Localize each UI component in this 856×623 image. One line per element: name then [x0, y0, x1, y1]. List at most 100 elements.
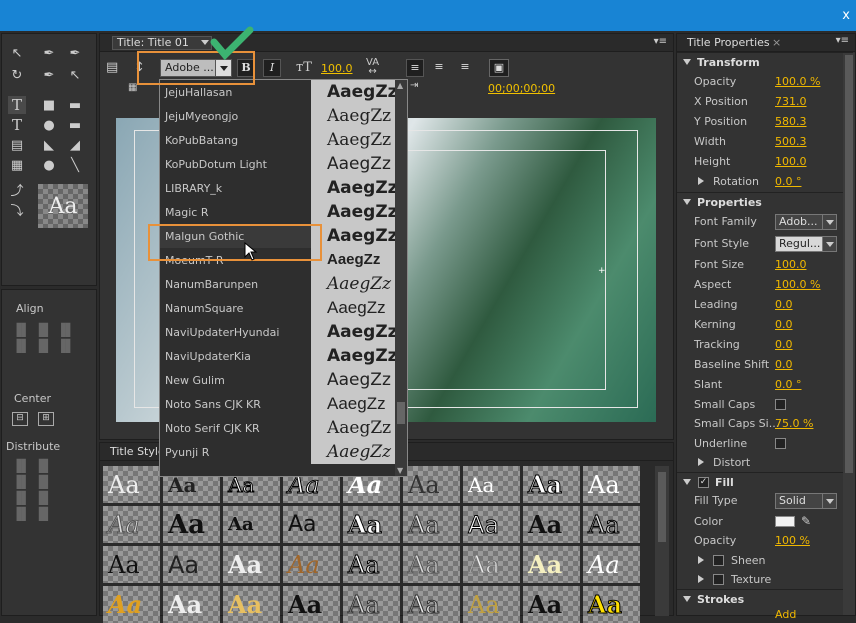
properties-scroll-thumb[interactable] — [845, 55, 853, 473]
title-style-thumbnail[interactable]: Aa — [523, 466, 580, 503]
center-vertical-icon[interactable]: ⊟ — [12, 412, 28, 426]
timecode-value[interactable]: 00;00;00;00 — [488, 82, 555, 95]
align-left-button[interactable]: ≡ — [406, 59, 424, 77]
title-properties-tab[interactable]: Title Properties — [687, 36, 770, 49]
title-style-thumbnail[interactable]: Aa — [223, 506, 280, 543]
font-list-item[interactable]: Noto Serif CJK KR AaegZz — [160, 416, 395, 440]
convert-anchor-tool-icon[interactable]: ↖ — [66, 66, 84, 84]
collapsed-triangle-icon[interactable] — [698, 177, 704, 185]
ypos-value[interactable]: 580.3 — [775, 115, 807, 128]
width-value[interactable]: 500.3 — [775, 135, 807, 148]
type-tool-icon[interactable]: T — [8, 96, 26, 114]
title-style-thumbnail[interactable]: Aa — [403, 466, 460, 503]
scroll-down-icon[interactable]: ▼ — [397, 466, 403, 475]
title-style-thumbnail[interactable]: Aa — [103, 586, 160, 623]
smallcaps-size-value[interactable]: 75.0 % — [775, 417, 813, 430]
underline-checkbox[interactable] — [775, 438, 786, 449]
font-list-item[interactable]: Magic R AaegZz — [160, 200, 395, 224]
italic-button[interactable]: I — [263, 59, 281, 77]
fill-color-swatch[interactable] — [775, 516, 795, 527]
font-list-scroll-thumb[interactable] — [397, 402, 405, 424]
collapsed-triangle-icon[interactable] — [698, 556, 704, 564]
panel-menu-icon[interactable]: ▾≡ — [654, 36, 667, 47]
title-style-thumbnail[interactable]: Aa — [463, 546, 520, 583]
properties-menu-icon[interactable]: ▾≡ — [836, 35, 849, 46]
text-bounding-handle[interactable]: + — [598, 266, 606, 276]
slant-value[interactable]: 0.0 ° — [775, 378, 802, 391]
wedge-tool-icon[interactable]: ◣ — [40, 136, 58, 154]
font-list-item[interactable]: NaviUpdaterKia AaegZz — [160, 344, 395, 368]
font-size-prop-value[interactable]: 100.0 — [775, 258, 807, 271]
leading-value[interactable]: 0.0 — [775, 298, 793, 311]
collapsed-triangle-icon[interactable] — [698, 458, 704, 466]
pen-tool-icon[interactable]: ✒ — [40, 44, 58, 62]
ellipse-tool-icon[interactable]: ● — [40, 156, 58, 174]
xpos-value[interactable]: 731.0 — [775, 95, 807, 108]
title-styles-tab[interactable]: Title Style — [110, 445, 165, 458]
vertical-path-type-tool-icon[interactable]: ⤵ — [8, 200, 26, 219]
scroll-up-icon[interactable]: ▲ — [397, 81, 403, 90]
rectangle-tool-icon[interactable]: ■ — [40, 96, 58, 114]
font-list-item[interactable]: KoPubBatang AaegZz — [160, 128, 395, 152]
delete-anchor-tool-icon[interactable]: ✒ — [40, 66, 58, 84]
fill-section[interactable]: ✓ Fill — [677, 472, 853, 492]
title-style-thumbnail[interactable]: Aa — [103, 546, 160, 583]
title-style-thumbnail[interactable]: Aa — [223, 586, 280, 623]
title-style-thumbnail[interactable]: Aa — [163, 546, 220, 583]
vertical-type-tool-icon[interactable]: T — [8, 116, 26, 134]
fill-opacity-value[interactable]: 100 % — [775, 534, 810, 547]
fill-type-dropdown[interactable]: Solid — [775, 493, 837, 509]
path-type-tool-icon[interactable]: ⤴ — [8, 180, 26, 199]
baseline-value[interactable]: 0.0 — [775, 358, 793, 371]
title-style-thumbnail[interactable]: Aa — [103, 506, 160, 543]
close-window-button[interactable]: x — [842, 8, 850, 23]
align-center-button[interactable]: ≡ — [430, 59, 448, 77]
title-style-thumbnail[interactable]: Aa — [163, 506, 220, 543]
title-style-thumbnail[interactable]: Aa — [583, 586, 640, 623]
texture-checkbox[interactable] — [713, 574, 724, 585]
rotation-tool-icon[interactable]: ↻ — [8, 66, 26, 84]
title-style-thumbnail[interactable]: Aa — [583, 466, 640, 503]
title-style-thumbnail[interactable]: Aa — [343, 506, 400, 543]
center-horizontal-icon[interactable]: ⊞ — [38, 412, 54, 426]
show-background-video-icon[interactable]: ▣ — [489, 59, 509, 77]
selection-tool-icon[interactable]: ↖ — [8, 44, 26, 62]
properties-scrollbar[interactable] — [843, 53, 855, 615]
title-style-thumbnail[interactable]: Aa — [283, 546, 340, 583]
line-tool-icon[interactable]: ╲ — [66, 156, 84, 174]
title-style-thumbnail[interactable]: Aa — [163, 586, 220, 623]
area-type-tool-icon[interactable]: ▤ — [8, 136, 26, 154]
title-style-thumbnail[interactable]: Aa — [463, 506, 520, 543]
rounded-rectangle-tool-icon[interactable]: ▬ — [66, 96, 84, 114]
new-title-icon[interactable]: ▤ — [106, 60, 118, 75]
title-style-thumbnail[interactable]: Aa — [403, 586, 460, 623]
title-style-thumbnail[interactable]: Aa — [463, 466, 520, 503]
arc-tool-icon[interactable]: ◢ — [66, 136, 84, 154]
title-style-thumbnail[interactable]: Aa — [283, 586, 340, 623]
title-style-thumbnail[interactable]: Aa — [583, 546, 640, 583]
title-style-thumbnail[interactable]: Aa — [283, 506, 340, 543]
strokes-section[interactable]: Strokes — [677, 589, 853, 609]
clipped-corner-tool-icon[interactable]: ● — [40, 116, 58, 134]
font-list-item[interactable]: New Gulim AaegZz — [160, 368, 395, 392]
font-list-item[interactable]: Noto Sans CJK KR AaegZz — [160, 392, 395, 416]
font-style-prop-dropdown[interactable]: Regul... — [775, 236, 837, 252]
title-styles-scrollbar[interactable] — [655, 466, 669, 616]
font-list-item[interactable]: NanumSquare AaegZz — [160, 296, 395, 320]
title-styles-scroll-thumb[interactable] — [658, 472, 666, 542]
font-list-scrollbar[interactable]: ▼ ▲ — [395, 80, 407, 476]
title-style-thumbnail[interactable]: Aa — [523, 586, 580, 623]
fill-checkbox[interactable]: ✓ — [698, 477, 709, 488]
title-style-thumbnail[interactable]: Aa — [103, 466, 160, 503]
height-value[interactable]: 100.0 — [775, 155, 807, 168]
aspect-value[interactable]: 100.0 % — [775, 278, 820, 291]
eyedropper-icon[interactable]: ✎ — [801, 514, 811, 528]
align-right-button[interactable]: ≡ — [456, 59, 474, 77]
title-style-thumbnail[interactable]: Aa — [403, 506, 460, 543]
title-style-thumbnail[interactable]: Aa — [343, 546, 400, 583]
title-style-thumbnail[interactable]: Aa — [223, 546, 280, 583]
font-list-item[interactable]: Pyunji R AaegZz — [160, 440, 395, 464]
font-list-item[interactable]: JejuMyeongjo AaegZz — [160, 104, 395, 128]
title-style-thumbnail[interactable]: Aa — [583, 506, 640, 543]
opacity-value[interactable]: 100.0 % — [775, 75, 820, 88]
